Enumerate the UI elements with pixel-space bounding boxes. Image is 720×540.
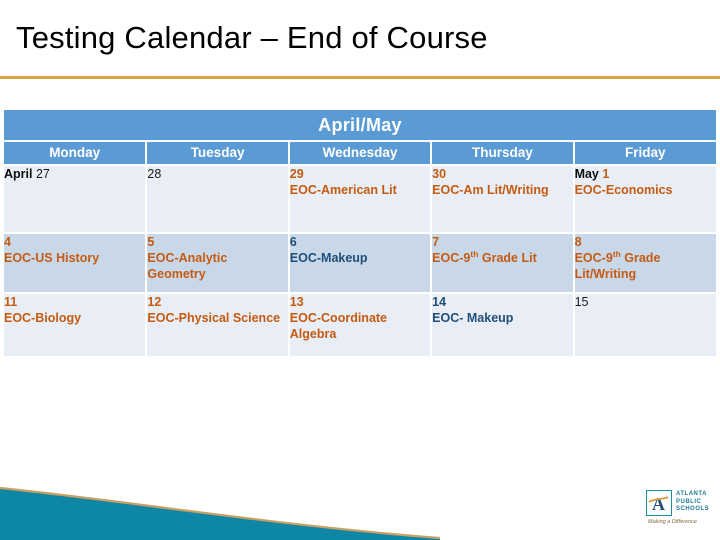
- logo-a-icon: A: [648, 494, 669, 514]
- logo-line-schools: SCHOOLS: [676, 506, 710, 512]
- logo-tagline: Making a Difference: [648, 519, 697, 525]
- page-title: Testing Calendar – End of Course: [16, 20, 488, 55]
- day-cell: 15: [573, 293, 716, 358]
- day-number: 14: [432, 294, 572, 310]
- day-event-prefix: EOC-9: [574, 251, 613, 265]
- day-number: 13: [290, 294, 430, 310]
- day-number: 8: [575, 234, 716, 250]
- day-cell: 30 EOC-Am Lit/Writing: [431, 165, 575, 234]
- logo-line-atlanta: ATLANTA: [676, 491, 707, 497]
- day-event: EOC-Biology: [4, 311, 82, 325]
- day-number: 30: [432, 166, 572, 182]
- day-event-prefix: EOC-9: [432, 251, 471, 265]
- day-cell: 14 EOC- Makeup: [431, 293, 575, 358]
- day-number: 5: [147, 234, 287, 250]
- title-divider: [0, 76, 720, 79]
- logo-wordmark: ATLANTA PUBLIC SCHOOLS: [676, 491, 709, 514]
- day-number-value: 11: [4, 295, 18, 309]
- day-number: 15: [575, 294, 716, 310]
- logo-letter: A: [652, 494, 665, 514]
- day-cell: 7 EOC-9th Grade Lit: [431, 233, 575, 294]
- day-number: 4: [4, 234, 145, 250]
- day-month-prefix: April: [4, 167, 33, 181]
- day-number-value: 13: [289, 295, 304, 309]
- day-event: EOC-Makeup: [289, 251, 368, 265]
- day-event: EOC-Am Lit/Writing: [432, 183, 549, 197]
- day-event: EOC-Analytic Geometry: [147, 251, 228, 281]
- day-event: EOC-Physical Science: [147, 311, 281, 325]
- logo-line-public: PUBLIC: [676, 498, 702, 505]
- day-cell: 8 EOC-9th Grade Lit/Writing: [573, 233, 716, 294]
- day-cell: May 1 EOC-Economics: [573, 165, 716, 234]
- day-cell: 29 EOC-American Lit: [288, 165, 433, 234]
- logo-mark: A: [646, 490, 672, 516]
- day-event: EOC-Coordinate Algebra: [289, 311, 388, 341]
- calendar-body: April/May Monday Tuesday Wednesday Thurs…: [4, 110, 716, 358]
- day-number-value: 4: [4, 235, 11, 249]
- calendar-week-row: 11 EOC-Biology 12 EOC-Physical Science 1…: [4, 293, 716, 358]
- day-number-value: 5: [147, 235, 155, 249]
- day-event-suffix: Grade Lit: [478, 251, 537, 265]
- day-cell: 13 EOC-Coordinate Algebra: [288, 293, 433, 358]
- day-number: 28: [147, 166, 287, 182]
- day-number-value: 12: [147, 295, 162, 309]
- day-number-value: 30: [432, 167, 447, 181]
- day-number-value: 6: [289, 235, 297, 249]
- day-number: 29: [290, 166, 430, 182]
- day-number-value: 7: [432, 235, 440, 249]
- day-cell: April 27: [4, 165, 148, 234]
- calendar-week-row: April 27 28 29 EOC-American Lit 30 EOC-A…: [4, 165, 716, 234]
- day-event: EOC-American Lit: [289, 183, 397, 197]
- day-number-value: 28: [147, 167, 162, 181]
- day-number: April 27: [4, 166, 145, 182]
- calendar-header-row: Monday Tuesday Wednesday Thursday Friday: [4, 141, 716, 166]
- day-event: EOC-US History: [4, 251, 100, 265]
- day-event: EOC-9th Grade Lit/Writing: [575, 250, 716, 282]
- atlanta-public-schools-logo: A ATLANTA PUBLIC SCHOOLS Making a Differ…: [646, 490, 716, 534]
- month-banner: April/May: [4, 110, 716, 142]
- day-number: May 1: [575, 166, 716, 182]
- day-number: 12: [147, 294, 287, 310]
- day-header-friday: Friday: [573, 141, 716, 166]
- calendar-month-banner-row: April/May: [4, 110, 716, 142]
- day-event: EOC-Economics: [574, 183, 673, 197]
- day-header-tuesday: Tuesday: [146, 141, 290, 166]
- day-cell: 4 EOC-US History: [4, 233, 148, 294]
- day-header-wednesday: Wednesday: [288, 141, 433, 166]
- day-cell: 28: [146, 165, 290, 234]
- day-month-prefix: May: [574, 167, 599, 181]
- day-number-value: 27: [35, 167, 50, 181]
- calendar-week-row: 4 EOC-US History 5 EOC-Analytic Geometry…: [4, 233, 716, 294]
- day-cell: 5 EOC-Analytic Geometry: [146, 233, 290, 294]
- decorative-swoosh: [0, 486, 440, 540]
- day-event: EOC-9th Grade Lit: [432, 250, 572, 266]
- day-number: 11: [4, 294, 145, 310]
- day-number-value: 14: [432, 295, 447, 309]
- day-number-value: 1: [602, 167, 610, 181]
- day-cell: 6 EOC-Makeup: [288, 233, 433, 294]
- day-cell: 12 EOC-Physical Science: [146, 293, 290, 358]
- day-event: EOC- Makeup: [432, 311, 514, 325]
- testing-calendar-table: April/May Monday Tuesday Wednesday Thurs…: [4, 110, 716, 358]
- day-number-value: 8: [574, 235, 582, 249]
- day-header-thursday: Thursday: [431, 141, 575, 166]
- day-header-monday: Monday: [4, 141, 148, 166]
- day-number-value: 15: [574, 295, 589, 309]
- day-number-value: 29: [289, 167, 304, 181]
- day-number: 6: [290, 234, 430, 250]
- day-cell: 11 EOC-Biology: [4, 293, 148, 358]
- ordinal-suffix: th: [612, 248, 621, 259]
- day-number: 7: [432, 234, 572, 250]
